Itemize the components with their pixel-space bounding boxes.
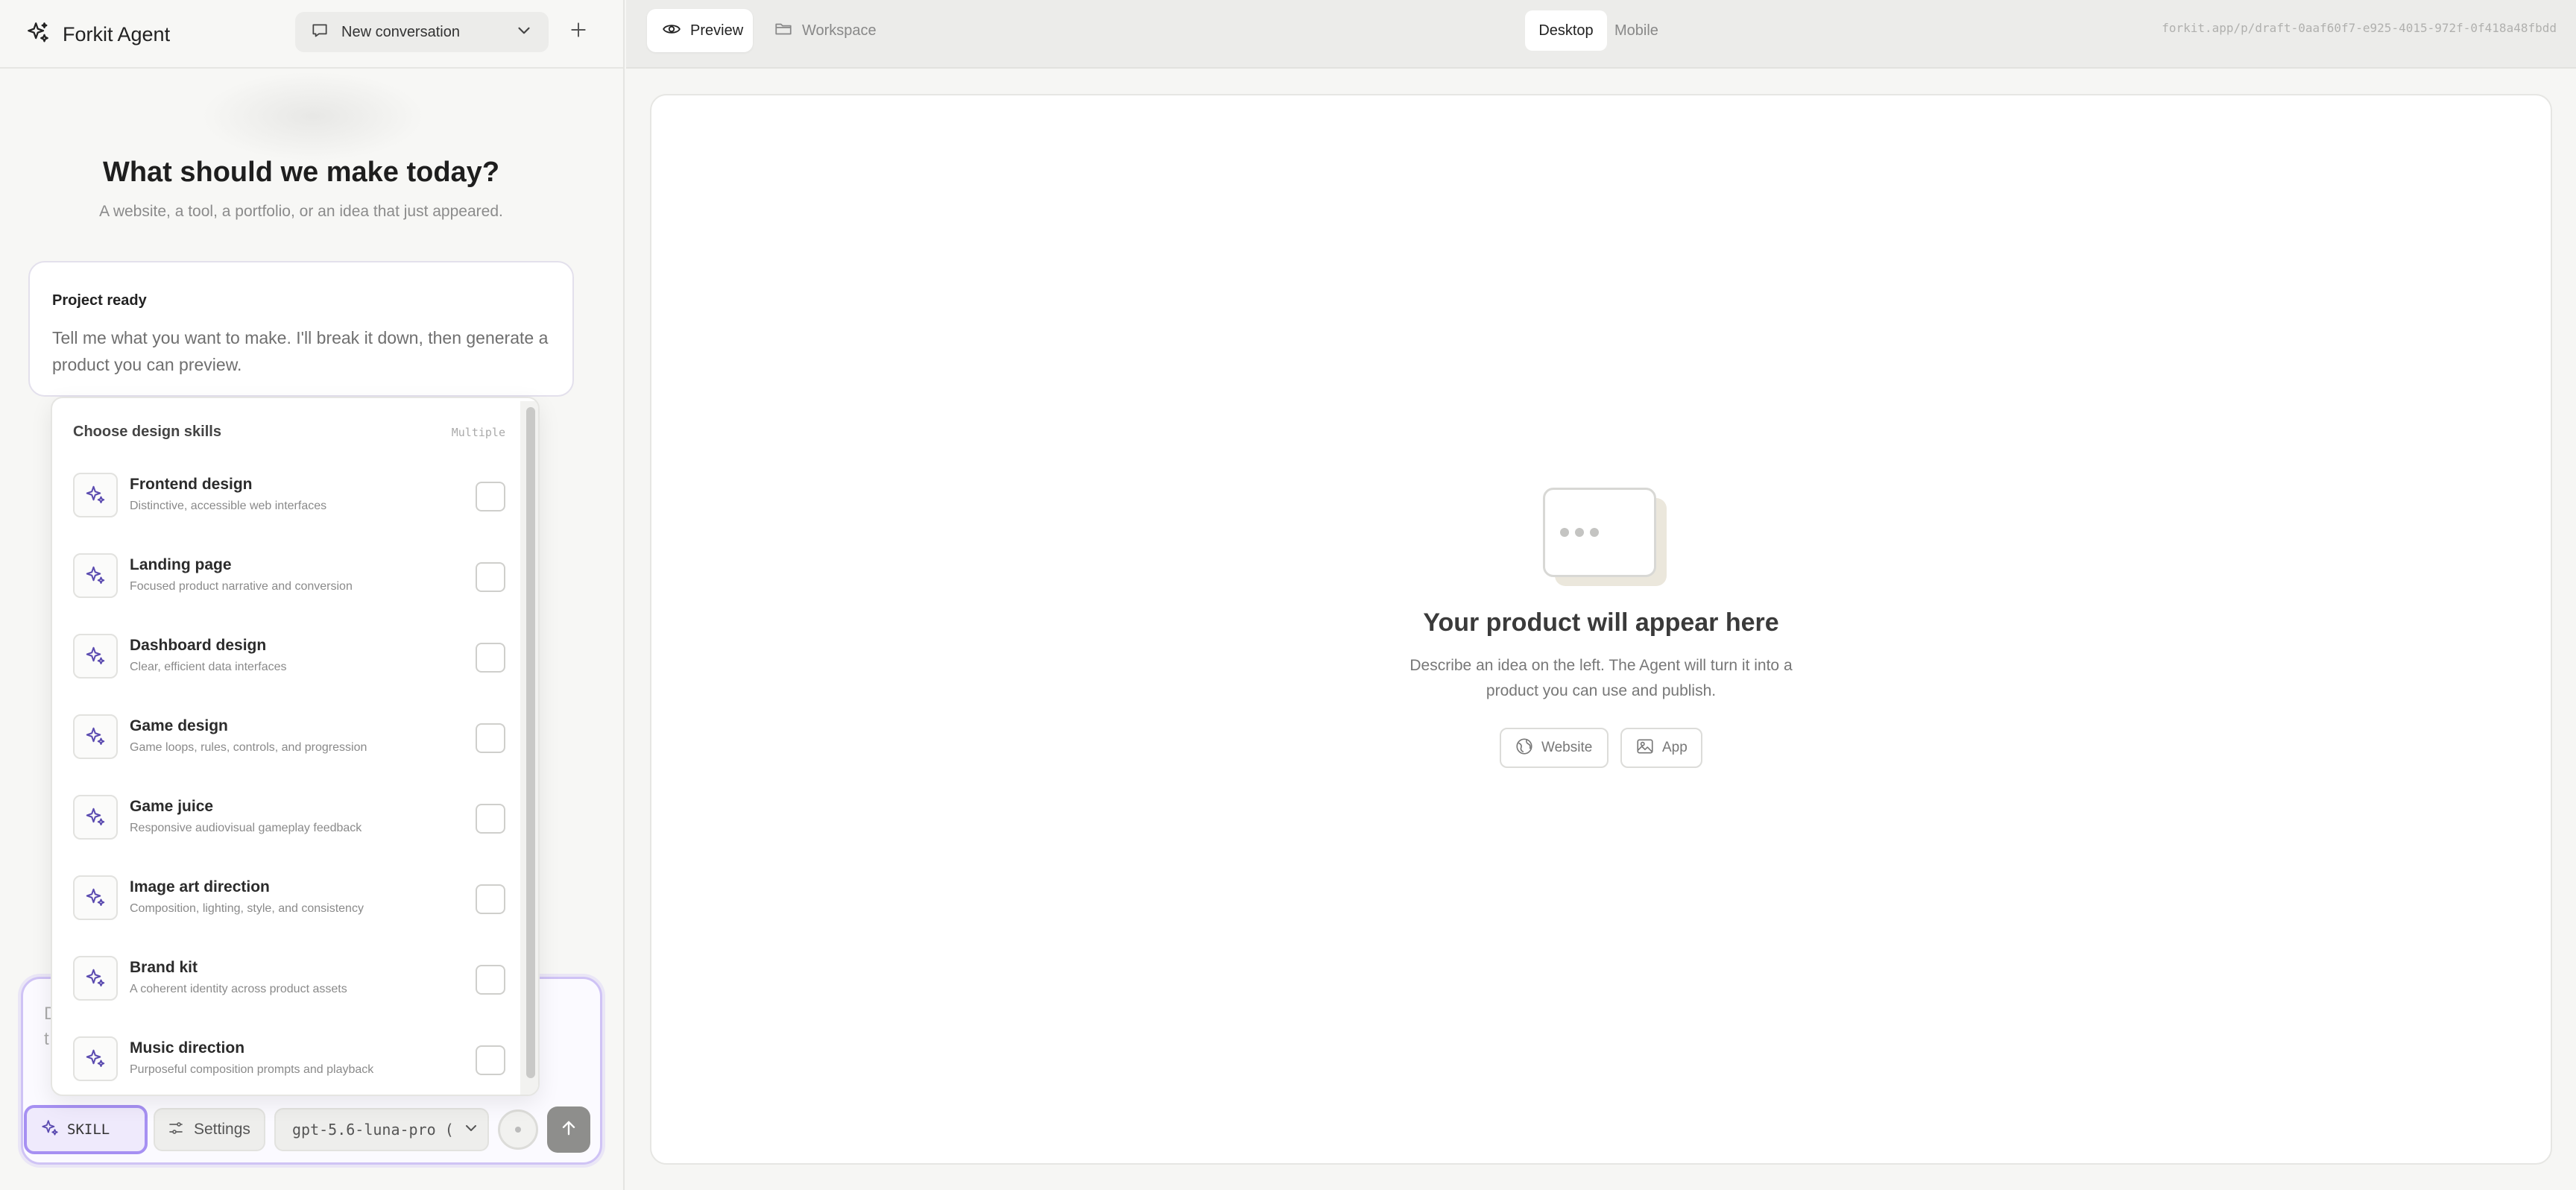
skill-item-music-direction[interactable]: Music direction Purposeful composition p…: [73, 1036, 505, 1095]
skill-description: Composition, lighting, style, and consis…: [130, 902, 364, 915]
skill-item-game-design[interactable]: Game design Game loops, rules, controls,…: [73, 714, 505, 795]
tab-preview[interactable]: Preview: [647, 9, 753, 52]
conversation-label: New conversation: [341, 23, 460, 40]
skill-button[interactable]: SKILL: [24, 1105, 148, 1154]
sparkle-icon: [73, 473, 118, 517]
hero-subtitle: A website, a tool, a portfolio, or an id…: [99, 203, 503, 220]
skills-list: Frontend design Distinctive, accessible …: [73, 473, 505, 1095]
view-mobile-toggle[interactable]: Mobile: [1614, 10, 1689, 51]
globe-icon: [1515, 737, 1534, 760]
tab-preview-label: Preview: [690, 22, 744, 39]
sliders-icon: [167, 1119, 185, 1141]
brand: Forkit Agent: [25, 16, 170, 52]
design-skills-menu: Choose design skills Multiple Frontend d…: [51, 397, 540, 1096]
dot: [1590, 528, 1599, 537]
skill-checkbox[interactable]: [476, 1045, 505, 1075]
sparkle-icon: [73, 875, 118, 920]
chat-header: Forkit Agent New conversation: [0, 0, 623, 69]
empty-state-title: Your product will appear here: [1423, 608, 1779, 637]
image-icon: [1635, 737, 1655, 760]
skill-name: Game design: [130, 717, 228, 734]
folder-icon: [774, 19, 793, 42]
view-desktop-toggle[interactable]: Desktop: [1525, 10, 1607, 51]
website-chip[interactable]: Website: [1500, 728, 1609, 768]
app-chip[interactable]: App: [1620, 728, 1702, 768]
skills-menu-header: Choose design skills Multiple: [73, 424, 505, 441]
skill-name: Game juice: [130, 798, 214, 815]
context-ring-dot: [515, 1127, 521, 1133]
chevron-down-icon: [514, 21, 534, 44]
sparkle-icon: [73, 795, 118, 840]
tab-workspace[interactable]: Workspace: [768, 9, 902, 52]
dot: [1575, 528, 1584, 537]
conversation-select[interactable]: New conversation: [295, 12, 549, 52]
skill-item-frontend-design[interactable]: Frontend design Distinctive, accessible …: [73, 473, 505, 553]
skill-checkbox[interactable]: [476, 965, 505, 995]
brand-name: Forkit Agent: [63, 22, 171, 45]
skill-item-game-juice[interactable]: Game juice Responsive audiovisual gamepl…: [73, 795, 505, 875]
project-ready-card: Project ready Tell me what you want to m…: [28, 261, 574, 397]
send-button[interactable]: [547, 1106, 590, 1153]
skill-checkbox[interactable]: [476, 884, 505, 914]
empty-state-description: Describe an idea on the left. The Agent …: [1409, 657, 1793, 699]
app-chip-label: App: [1662, 740, 1688, 755]
chat-bubble-icon: [310, 21, 329, 44]
sparkle-icon: [73, 553, 118, 598]
website-chip-label: Website: [1541, 740, 1593, 755]
skills-menu-title: Choose design skills: [73, 424, 221, 440]
model-select[interactable]: gpt-5.6-luna-pro (: [274, 1108, 489, 1151]
sparkle-icon: [73, 634, 118, 679]
sparkle-icon: [73, 1036, 118, 1081]
skill-name: Dashboard design: [130, 637, 267, 654]
model-select-value: gpt-5.6-luna-pro (: [292, 1121, 454, 1139]
skill-description: Distinctive, accessible web interfaces: [130, 500, 327, 512]
skill-item-landing-page[interactable]: Landing page Focused product narrative a…: [73, 553, 505, 634]
skill-description: A coherent identity across product asset…: [130, 983, 347, 995]
skill-description: Focused product narrative and conversion: [130, 580, 353, 593]
skill-name: Landing page: [130, 556, 232, 573]
project-ready-title: Project ready: [52, 292, 147, 309]
skills-scrollbar-thumb[interactable]: [526, 407, 535, 1078]
skill-checkbox[interactable]: [476, 804, 505, 834]
eye-icon: [662, 19, 681, 42]
chevron-down-icon: [462, 1119, 480, 1141]
skill-description: Purposeful composition prompts and playb…: [130, 1063, 374, 1076]
skill-button-label: SKILL: [67, 1121, 110, 1138]
skill-description: Game loops, rules, controls, and progres…: [130, 741, 367, 754]
skill-checkbox[interactable]: [476, 562, 505, 592]
hero-glow: [201, 72, 425, 161]
project-ready-body: Tell me what you want to make. I'll brea…: [52, 328, 549, 374]
skills-menu-mode: Multiple: [451, 425, 505, 439]
settings-button[interactable]: Settings: [154, 1108, 265, 1151]
skill-name: Image art direction: [130, 878, 270, 895]
skill-item-dashboard-design[interactable]: Dashboard design Clear, efficient data i…: [73, 634, 505, 714]
skill-name: Brand kit: [130, 959, 198, 976]
settings-button-label: Settings: [194, 1121, 250, 1138]
hero-title: What should we make today?: [102, 157, 500, 188]
skill-name: Music direction: [130, 1039, 245, 1057]
skill-checkbox[interactable]: [476, 723, 505, 753]
skill-checkbox[interactable]: [476, 643, 505, 673]
sparkle-icon: [73, 956, 118, 1001]
skill-item-image-art-direction[interactable]: Image art direction Composition, lightin…: [73, 875, 505, 956]
sparkle-icon: [73, 714, 118, 759]
skill-item-brand-kit[interactable]: Brand kit A coherent identity across pro…: [73, 956, 505, 1036]
plus-icon: [569, 20, 588, 43]
tab-workspace-label: Workspace: [802, 22, 877, 39]
sparkle-icon: [40, 1118, 60, 1142]
skill-description: Clear, efficient data interfaces: [130, 661, 287, 673]
skill-name: Frontend design: [130, 476, 253, 493]
illustration-window: [1543, 488, 1656, 577]
preview-url[interactable]: forkit.app/p/draft-0aaf60f7-e925-4015-97…: [2012, 21, 2557, 35]
skill-checkbox[interactable]: [476, 482, 505, 511]
context-ring-button[interactable]: [498, 1109, 538, 1150]
sparkle-icon: [25, 20, 51, 49]
arrow-up-icon: [558, 1118, 579, 1142]
dot: [1560, 528, 1569, 537]
skill-description: Responsive audiovisual gameplay feedback: [130, 822, 362, 834]
empty-state-illustration: [1543, 488, 1670, 591]
new-conversation-button[interactable]: [564, 16, 593, 46]
